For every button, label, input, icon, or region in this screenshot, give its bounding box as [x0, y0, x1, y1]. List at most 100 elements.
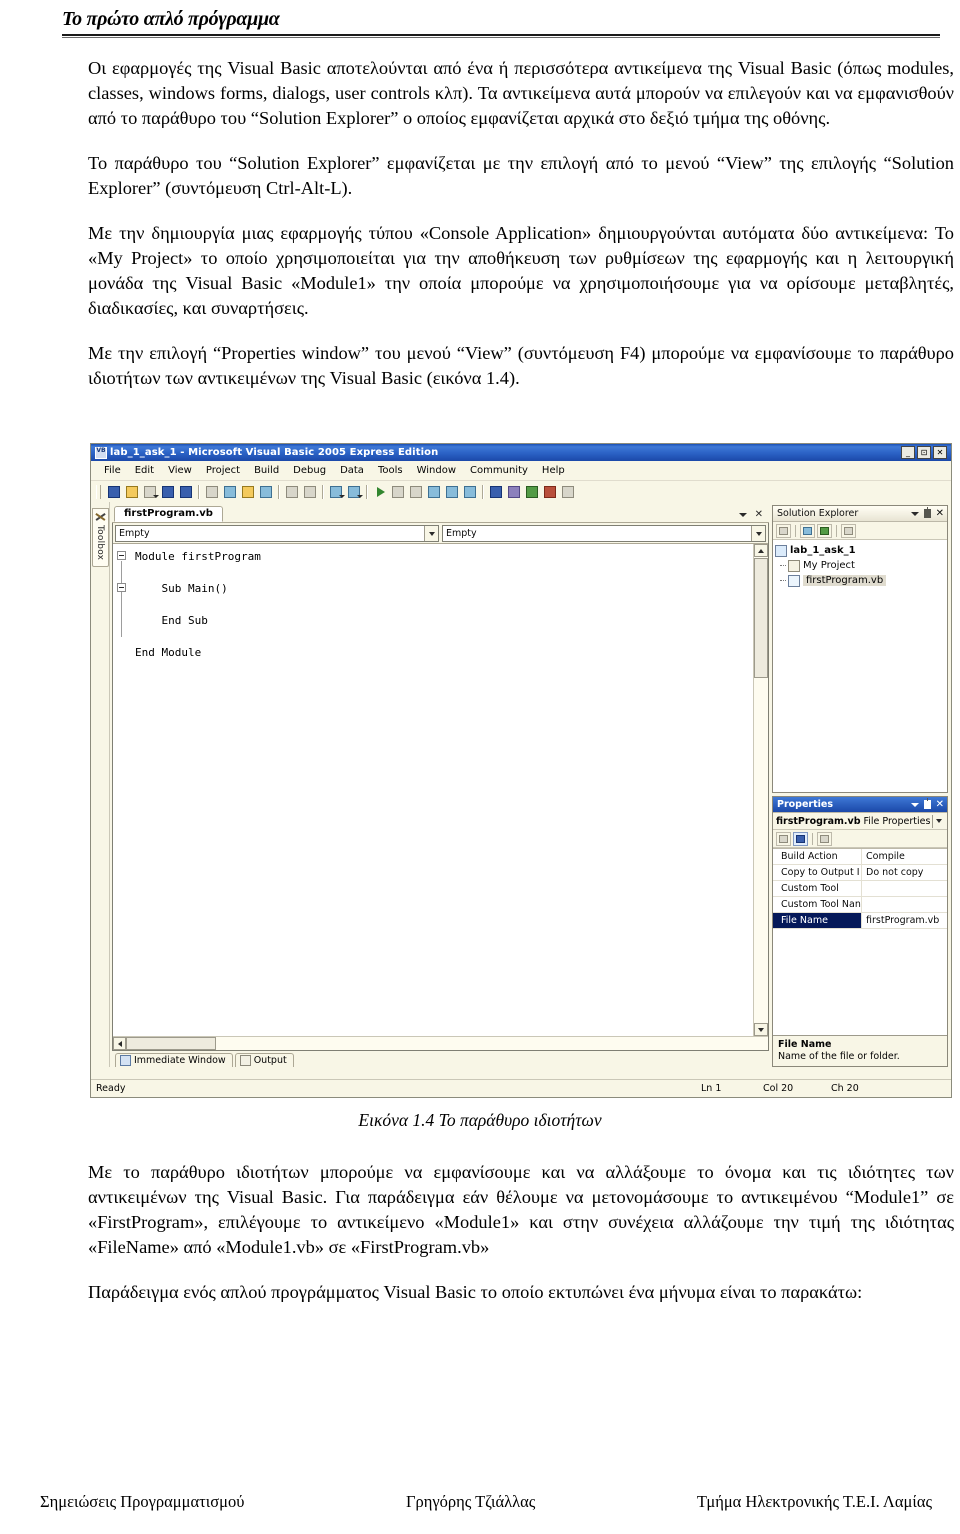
chevron-down-icon[interactable] [910, 802, 919, 807]
scroll-down-button[interactable] [754, 1023, 768, 1036]
hscrollbar-track[interactable] [216, 1037, 768, 1050]
step-over-icon[interactable] [444, 484, 460, 500]
comment-icon[interactable] [284, 484, 300, 500]
toolbox-icon[interactable] [542, 484, 558, 500]
tab-immediate-window[interactable]: Immediate Window [115, 1053, 233, 1067]
code-editor[interactable]: Module firstProgram Sub Main() End Sub E… [113, 544, 768, 1036]
menu-item-community[interactable]: Community [463, 464, 535, 477]
toolbar-grip[interactable] [96, 485, 101, 499]
property-value[interactable]: Do not copy [862, 865, 947, 880]
code-text[interactable]: Module firstProgram Sub Main() End Sub E… [129, 544, 753, 1036]
scrollbar-thumb[interactable] [754, 558, 768, 678]
undo-icon[interactable] [328, 484, 345, 500]
open-file-icon[interactable] [124, 484, 140, 500]
hscrollbar-thumb[interactable] [126, 1037, 216, 1050]
copy-icon[interactable] [222, 484, 238, 500]
paragraph: Οι εφαρμογές της Visual Basic αποτελούντ… [88, 58, 954, 128]
tree-node-my-project[interactable]: My Project [775, 558, 945, 573]
paste-icon[interactable] [240, 484, 256, 500]
categorized-view-icon[interactable] [776, 831, 791, 846]
outline-collapse-sub[interactable] [117, 583, 126, 592]
tree-node-firstprogram-vb[interactable]: firstProgram.vb [775, 573, 945, 588]
editor-tab-firstprogram[interactable]: firstProgram.vb [114, 506, 223, 522]
editor-vertical-scrollbar[interactable] [753, 544, 768, 1036]
property-pages-icon[interactable] [817, 831, 832, 846]
menu-item-file[interactable]: File [97, 464, 128, 477]
uncomment-icon[interactable] [302, 484, 318, 500]
pin-icon[interactable] [923, 507, 931, 518]
solution-explorer-icon[interactable] [488, 484, 504, 500]
solution-tree[interactable]: lab_1_ask_1 My Project firstProgram.vb [773, 540, 947, 792]
restore-button[interactable]: ⊡ [917, 446, 931, 459]
outline-collapse-module[interactable] [117, 551, 126, 560]
menu-item-edit[interactable]: Edit [128, 464, 161, 477]
minimize-button[interactable]: _ [901, 446, 915, 459]
close-button[interactable]: ✕ [933, 446, 947, 459]
refresh-icon[interactable] [817, 523, 832, 538]
chevron-down-icon[interactable] [738, 512, 747, 517]
properties-icon[interactable] [776, 523, 791, 538]
stop-icon[interactable] [408, 484, 424, 500]
menu-item-debug[interactable]: Debug [286, 464, 333, 477]
scroll-left-button[interactable] [113, 1037, 126, 1050]
save-all-icon[interactable] [178, 484, 194, 500]
alphabetical-view-icon[interactable] [793, 831, 808, 846]
scrollbar-track[interactable] [754, 678, 768, 1023]
member-combo[interactable]: Empty [442, 525, 766, 542]
solution-explorer-titlebar: Solution Explorer ✕ [773, 506, 947, 522]
tree-node-solution[interactable]: lab_1_ask_1 [775, 543, 945, 558]
new-project-icon[interactable] [106, 484, 122, 500]
chevron-down-icon[interactable] [910, 511, 919, 516]
chevron-down-icon[interactable] [751, 526, 765, 541]
properties-object-combo[interactable]: firstProgram.vb File Properties [773, 813, 947, 830]
property-row[interactable]: Custom Tool [773, 881, 947, 897]
menu-item-help[interactable]: Help [535, 464, 572, 477]
menu-item-window[interactable]: Window [410, 464, 463, 477]
find-icon[interactable] [258, 484, 274, 500]
tab-output[interactable]: Output [234, 1053, 294, 1067]
editor-horizontal-scrollbar[interactable] [113, 1036, 768, 1050]
step-into-icon[interactable] [426, 484, 442, 500]
view-code-icon[interactable] [841, 523, 856, 538]
outlining-gutter[interactable] [113, 544, 129, 1036]
redo-icon[interactable] [346, 484, 363, 500]
step-out-icon[interactable] [462, 484, 478, 500]
property-value[interactable] [862, 881, 947, 896]
menu-item-project[interactable]: Project [199, 464, 247, 477]
property-row-file-name[interactable]: File Name firstProgram.vb [773, 913, 947, 929]
menu-item-build[interactable]: Build [247, 464, 286, 477]
chevron-down-icon[interactable] [424, 526, 438, 541]
property-grid[interactable]: Build Action Compile Copy to Output I Do… [773, 848, 947, 929]
property-value[interactable]: firstProgram.vb [862, 913, 947, 928]
menu-item-data[interactable]: Data [333, 464, 371, 477]
close-icon[interactable]: ✕ [936, 509, 944, 519]
properties-object-name: firstProgram.vb [776, 815, 861, 827]
error-list-icon[interactable] [560, 484, 576, 500]
menu-item-tools[interactable]: Tools [371, 464, 410, 477]
menu-item-view[interactable]: View [161, 464, 199, 477]
scroll-up-button[interactable] [754, 544, 768, 557]
close-icon[interactable]: ✕ [936, 800, 944, 810]
property-row[interactable]: Custom Tool Nan [773, 897, 947, 913]
add-new-item-icon[interactable] [142, 484, 159, 500]
object-browser-icon[interactable] [524, 484, 540, 500]
property-row[interactable]: Copy to Output I Do not copy [773, 865, 947, 881]
property-value[interactable]: Compile [862, 849, 947, 864]
toolbox-tab[interactable]: Toolbox [91, 508, 109, 568]
window-caption-buttons: _ ⊡ ✕ [901, 446, 949, 459]
property-row[interactable]: Build Action Compile [773, 849, 947, 865]
close-icon[interactable]: ✕ [755, 509, 763, 520]
property-name: Custom Tool Nan [773, 897, 862, 912]
chevron-down-icon[interactable] [932, 814, 944, 828]
show-all-files-icon[interactable] [800, 523, 815, 538]
figure-visual-basic-screenshot: lab_1_ask_1 - Microsoft Visual Basic 200… [90, 443, 954, 1098]
pin-icon[interactable] [923, 798, 931, 809]
class-combo[interactable]: Empty [115, 525, 439, 542]
pause-icon[interactable] [390, 484, 406, 500]
save-icon[interactable] [160, 484, 176, 500]
property-description-pane: File Name Name of the file or folder. [773, 1035, 947, 1066]
cut-icon[interactable] [204, 484, 220, 500]
properties-window-icon[interactable] [506, 484, 522, 500]
property-value[interactable] [862, 897, 947, 912]
start-debugging-icon[interactable] [372, 484, 388, 500]
